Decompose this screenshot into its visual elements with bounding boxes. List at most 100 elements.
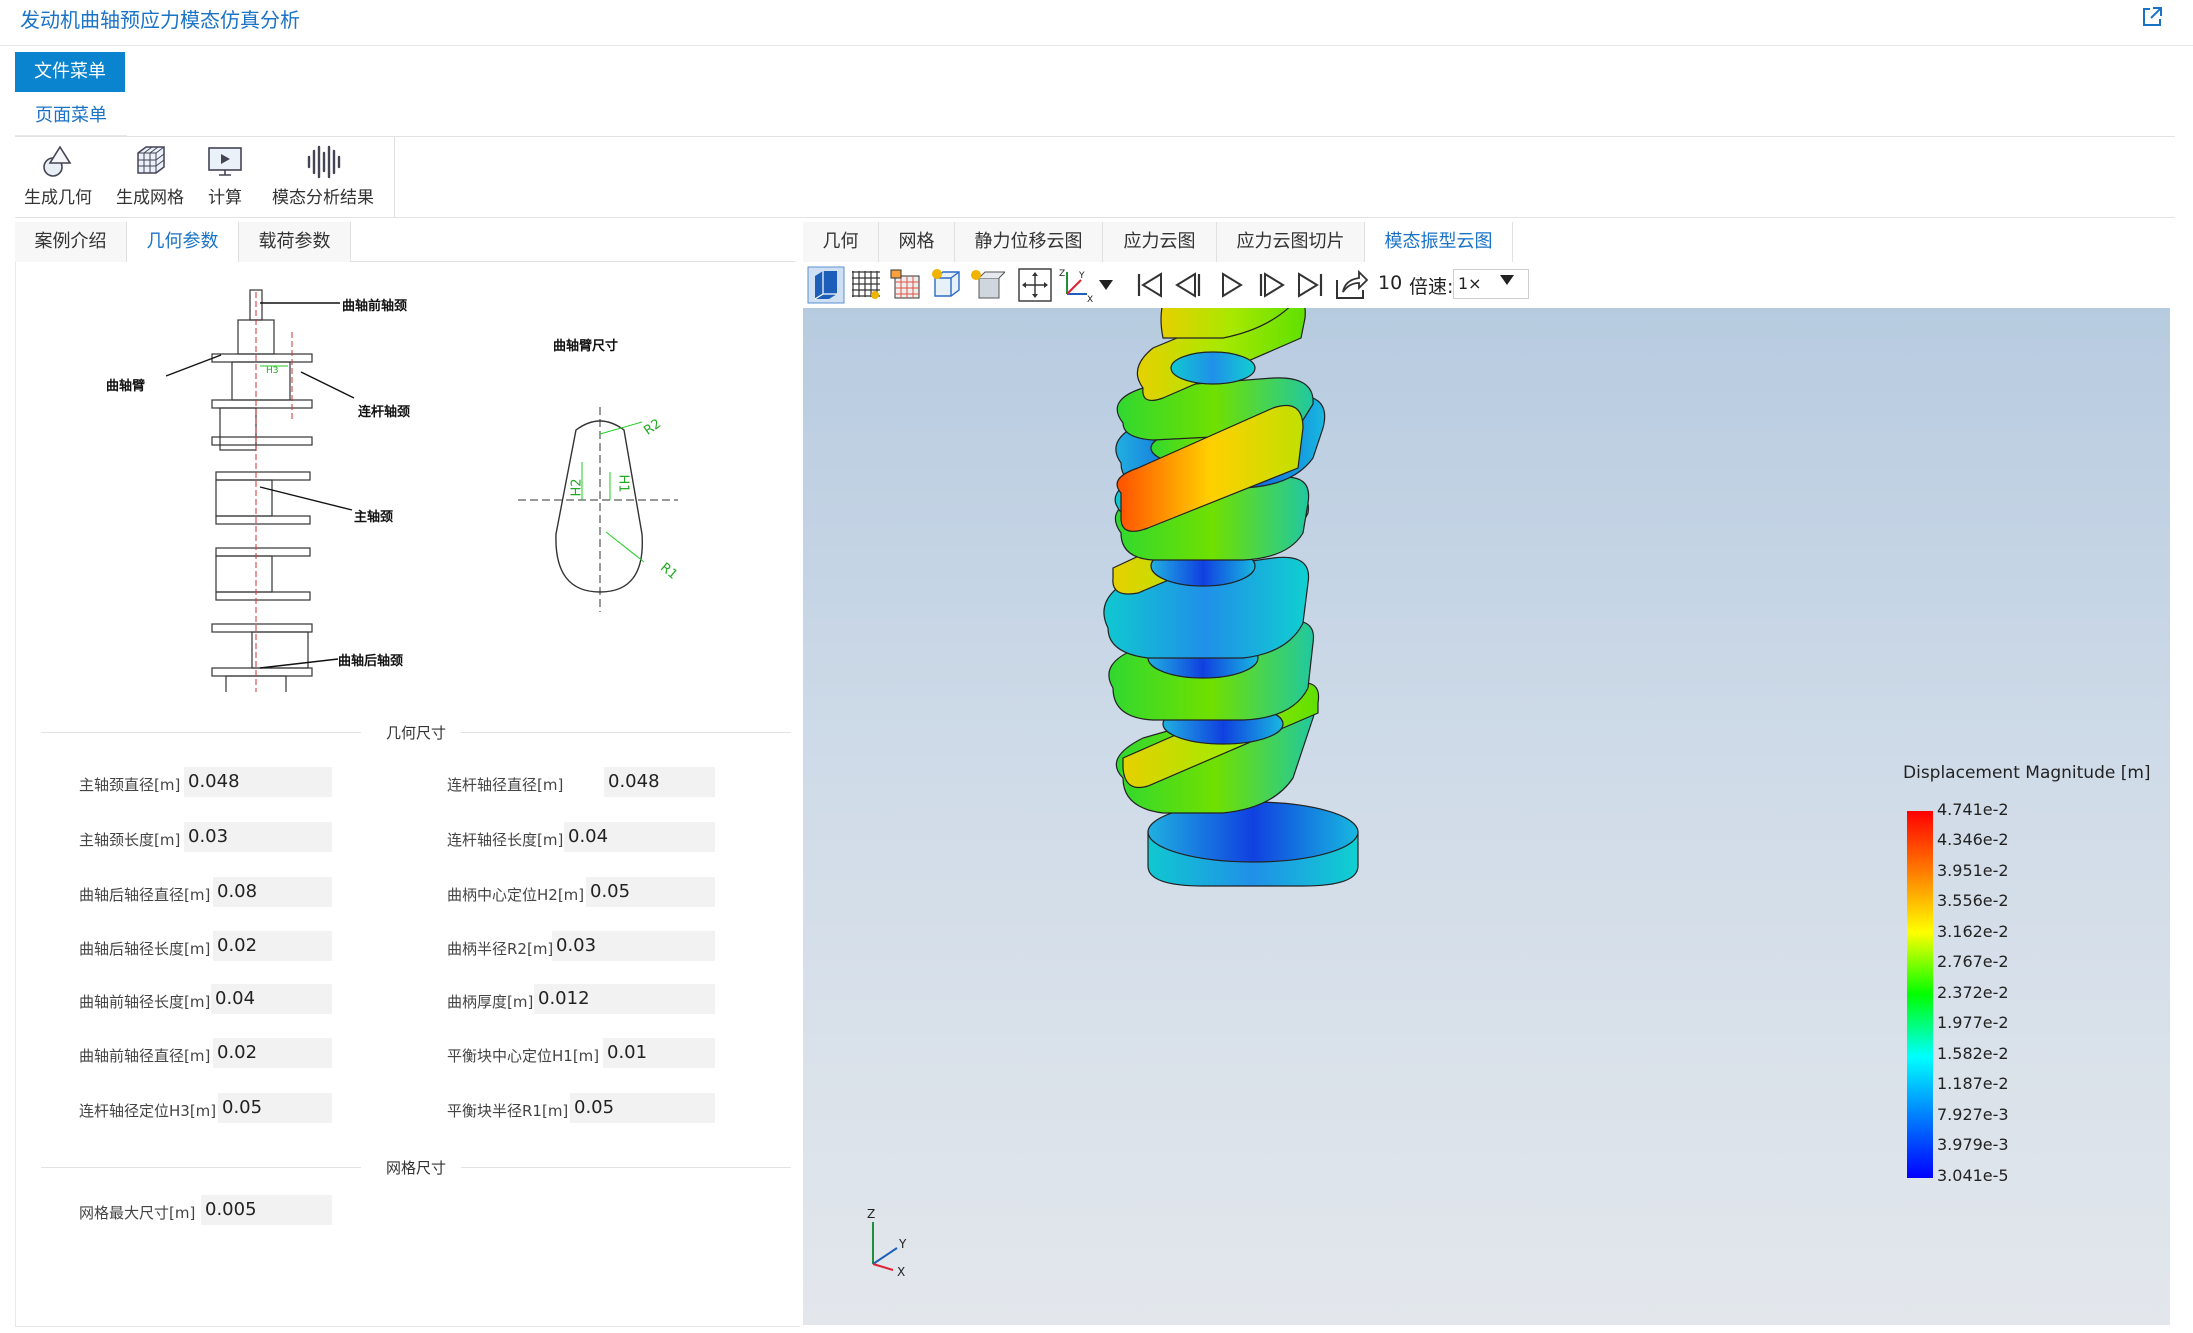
field-label: 连杆轴径定位H3[m] [79,1102,217,1120]
legend-tick: 4.741e-2 [1937,800,2009,819]
title-bar: 发动机曲轴预应力模态仿真分析 [0,0,2193,46]
counterweight-r1-input[interactable]: 0.05 [570,1093,715,1123]
label-crank-arm: 曲轴臂 [106,379,146,394]
field-label: 主轴颈长度[m] [79,831,181,849]
label-h3: H3 [266,366,279,376]
field-label: 连杆轴径长度[m] [447,831,564,849]
wireframe-icon[interactable] [847,266,885,304]
ribbon-toolbar: 生成几何 生成网格 计算 模态分析结果 [15,137,395,217]
chevron-down-icon[interactable] [1500,275,1514,285]
speed-select[interactable]: 1× [1453,269,1529,299]
field-label: 曲轴后轴径长度[m] [79,940,211,958]
tab-stress-slice[interactable]: 应力云图切片 [1217,222,1365,262]
axis-y-label: Y [898,1237,907,1251]
svg-text:Y: Y [1078,271,1085,281]
crank-radius-r2-input[interactable]: 0.03 [552,931,715,961]
main-journal-diameter-input[interactable]: 0.048 [184,767,332,797]
frame-count: 10 [1378,272,1403,294]
field-label: 平衡块半径R1[m] [447,1102,569,1120]
tab-geometry-params[interactable]: 几何参数 [127,222,239,262]
front-journal-length-input[interactable]: 0.04 [211,984,332,1014]
legend-tick: 4.346e-2 [1937,830,2009,849]
label-main-journal: 主轴颈 [354,510,394,525]
chevron-down-icon[interactable] [1099,280,1113,290]
field-label: 平衡块中心定位H1[m] [447,1047,600,1065]
tab-case-intro[interactable]: 案例介绍 [15,222,127,262]
legend-tick: 3.041e-5 [1937,1166,2009,1185]
field-label: 网格最大尺寸[m] [79,1204,196,1222]
rod-journal-length-input[interactable]: 0.04 [564,822,715,852]
mesh-view-icon[interactable] [887,266,925,304]
field-label: 曲柄中心定位H2[m] [447,886,585,904]
first-frame-icon[interactable] [1131,266,1169,304]
tab-stress[interactable]: 应力云图 [1103,222,1217,262]
legend-tick: 2.372e-2 [1937,983,2009,1002]
surface-view-icon[interactable] [807,266,845,304]
clip-icon[interactable] [927,266,965,304]
label-h2: H2 [569,478,585,497]
legend-color-bar [1907,811,1933,1178]
file-menu-button[interactable]: 文件菜单 [15,52,125,92]
result-tab-bar: 几何 网格 静力位移云图 应力云图 应力云图切片 模态振型云图 [803,222,1513,262]
play-icon[interactable] [1211,266,1249,304]
field-label: 曲柄半径R2[m] [447,940,554,958]
rear-journal-diameter-input[interactable]: 0.08 [213,877,332,907]
geometry-params-panel: 曲轴前轴颈 曲轴臂 连杆轴颈 主轴颈 曲轴后轴颈 曲轴臂尺寸 H3 R2 H2 … [15,262,800,1327]
generate-mesh-button[interactable]: 生成网格 [112,143,188,208]
tab-mesh[interactable]: 网格 [879,222,955,262]
legend-tick: 2.767e-2 [1937,952,2009,971]
tab-static-displacement[interactable]: 静力位移云图 [955,222,1103,262]
tab-modal-shape[interactable]: 模态振型云图 [1365,222,1513,262]
axis-x-label: X [897,1265,905,1278]
field-label: 曲轴前轴径直径[m] [79,1047,211,1065]
modal-result-icon [307,145,341,179]
compute-button[interactable]: 计算 [200,143,250,208]
tab-load-params[interactable]: 载荷参数 [239,222,351,262]
label-rear-journal: 曲轴后轴颈 [338,654,404,669]
geometry-icon [43,145,72,177]
main-journal-length-input[interactable]: 0.03 [184,822,332,852]
mesh-section-header: 网格尺寸 [41,1157,791,1177]
axis-orient-icon[interactable]: Z Y X [1057,266,1095,304]
generate-geometry-button[interactable]: 生成几何 [20,143,96,208]
rear-journal-length-input[interactable]: 0.02 [213,931,332,961]
compute-label: 计算 [208,188,242,208]
axis-triad: Z Y X [867,1208,907,1278]
prev-frame-icon[interactable] [1171,266,1209,304]
legend-tick: 3.979e-3 [1937,1135,2009,1154]
fit-view-icon[interactable] [1016,266,1054,304]
mesh-icon [137,146,165,174]
front-journal-diameter-input[interactable]: 0.02 [213,1038,332,1068]
crank-thickness-input[interactable]: 0.012 [534,984,715,1014]
viewer-toolbar: Z Y X 10 倍速: 1× [803,262,2170,308]
app-title: 发动机曲轴预应力模态仿真分析 [20,8,300,32]
export-icon[interactable] [1331,266,1369,304]
field-label: 曲柄厚度[m] [447,993,534,1011]
axis-z-label: Z [867,1208,875,1221]
page-menu-tab[interactable]: 页面菜单 [15,99,127,137]
rod-journal-diameter-input[interactable]: 0.048 [604,767,715,797]
counterweight-h1-input[interactable]: 0.01 [603,1038,715,1068]
label-arm-dimensions: 曲轴臂尺寸 [553,339,619,354]
left-tab-bar: 案例介绍 几何参数 载荷参数 [15,222,795,262]
divider [15,217,2175,218]
field-label: 曲轴前轴径长度[m] [79,993,211,1011]
legend-tick: 1.187e-2 [1937,1074,2009,1093]
last-frame-icon[interactable] [1291,266,1329,304]
legend-title: Displacement Magnitude [m] [1903,763,2151,783]
geometry-section-header: 几何尺寸 [41,722,791,742]
modal-result-label: 模态分析结果 [272,188,374,208]
mesh-max-size-input[interactable]: 0.005 [201,1195,332,1225]
speed-label: 倍速: [1409,276,1454,298]
3d-viewport[interactable]: Displacement Magnitude [m] 4.741e-2 4.34… [803,308,2170,1325]
next-frame-icon[interactable] [1251,266,1289,304]
crank-center-h2-input[interactable]: 0.05 [586,877,715,907]
modal-result-button[interactable]: 模态分析结果 [265,143,381,208]
field-label: 连杆轴径直径[m] [447,776,564,794]
rod-journal-h3-input[interactable]: 0.05 [218,1093,332,1123]
field-label: 主轴颈直径[m] [79,776,181,794]
external-link-icon[interactable] [2141,6,2163,28]
tab-geometry[interactable]: 几何 [803,222,879,262]
svg-text:Z: Z [1059,269,1065,279]
light-bulb-icon[interactable] [967,266,1005,304]
